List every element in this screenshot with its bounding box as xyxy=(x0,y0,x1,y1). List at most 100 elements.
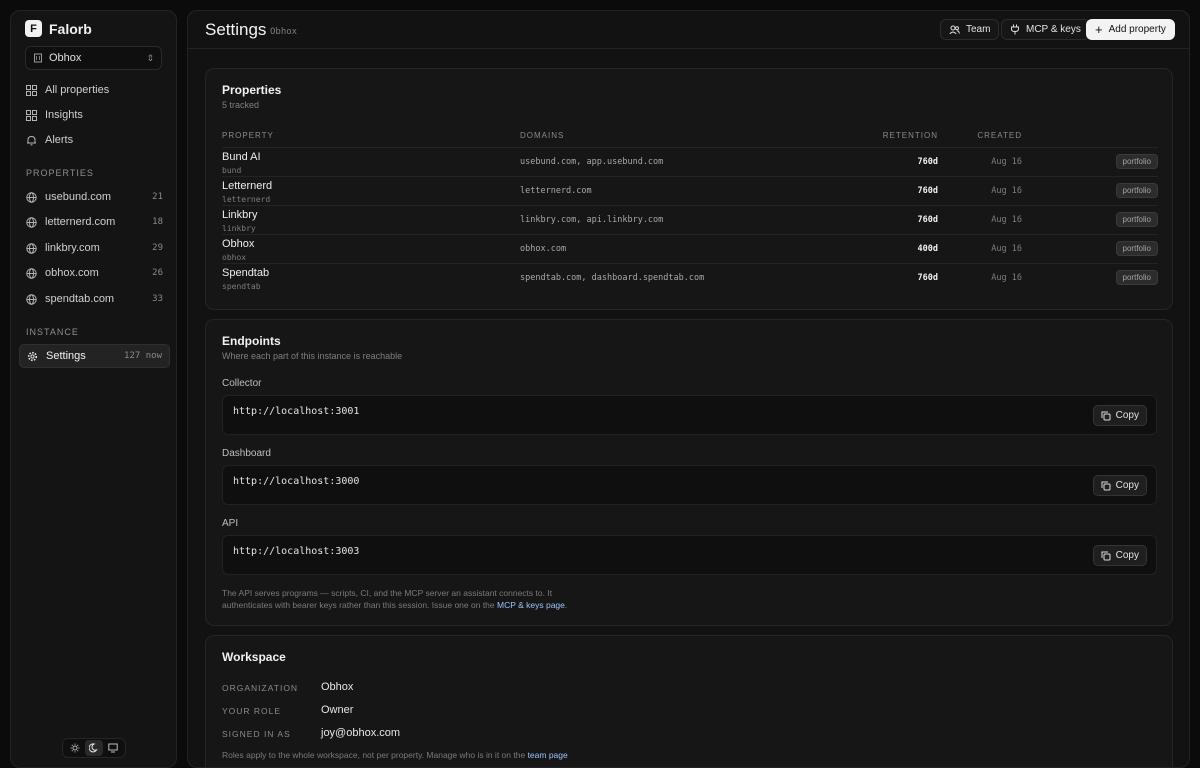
property-created: Aug 16 xyxy=(991,157,1022,167)
page-subtitle: Obhox xyxy=(270,27,298,37)
sidebar-item-spendtab[interactable]: spendtab.com 33 xyxy=(19,288,170,310)
team-button[interactable]: Team xyxy=(940,19,1000,40)
brand-name: Falorb xyxy=(49,20,92,37)
copy-icon xyxy=(1101,481,1111,490)
column-header-domains: DOMAINS xyxy=(520,131,565,140)
chevron-updown-icon: ⇕ xyxy=(146,52,154,63)
nav-label: Alerts xyxy=(45,134,74,146)
nav-label: Insights xyxy=(45,109,83,121)
mcp-keys-button-label: MCP & keys xyxy=(1026,24,1081,35)
sidebar-item-count: 33 xyxy=(152,294,163,304)
property-name: Obhox xyxy=(222,238,255,250)
topbar: Settings Obhox Team MCP & keys + Add pro… xyxy=(188,11,1189,49)
sidebar-item-linkbry[interactable]: linkbry.com 29 xyxy=(19,237,170,259)
team-button-label: Team xyxy=(966,24,991,35)
property-retention: 400d xyxy=(917,244,938,254)
copy-button-label: Copy xyxy=(1115,550,1139,561)
role-label: YOUR ROLE xyxy=(222,706,282,716)
globe-icon xyxy=(26,242,37,254)
endpoints-note-text: authenticates with bearer keys rather th… xyxy=(222,600,495,610)
table-row[interactable]: Spendtab spendtab spendtab.com, dashboar… xyxy=(222,263,1158,292)
sidebar-item-label: obhox.com xyxy=(45,267,99,279)
add-property-button-label: Add property xyxy=(1108,24,1166,35)
properties-card: Properties 5 tracked PROPERTY DOMAINS RE… xyxy=(205,68,1173,310)
instance-heading: INSTANCE xyxy=(26,327,79,337)
workspace-selector[interactable]: Obhox ⇕ xyxy=(25,46,162,70)
globe-icon xyxy=(26,267,37,279)
property-retention: 760d xyxy=(917,157,938,167)
column-header-property: PROPERTY xyxy=(222,131,274,140)
bell-icon xyxy=(27,135,36,145)
workspace-selector-value: Obhox xyxy=(49,52,82,64)
workspace-note: Roles apply to the whole workspace, not … xyxy=(222,749,568,761)
copy-button[interactable]: Copy xyxy=(1092,545,1147,566)
property-created: Aug 16 xyxy=(991,244,1022,254)
table-row[interactable]: Linkbry linkbry linkbry.com, api.linkbry… xyxy=(222,205,1158,234)
endpoint-dashboard: http://localhost:3000 Copy xyxy=(222,465,1157,505)
brand-logo: F xyxy=(25,20,42,37)
sidebar-item-count: 26 xyxy=(152,268,163,278)
main-panel: Settings Obhox Team MCP & keys + Add pro… xyxy=(187,10,1190,768)
nav-all-properties[interactable]: All properties xyxy=(19,79,170,101)
mcp-keys-link[interactable]: MCP & keys page xyxy=(497,600,565,610)
role-value: Owner xyxy=(321,704,354,716)
sidebar-item-label: Settings xyxy=(46,350,86,362)
endpoint-url[interactable]: http://localhost:3001 xyxy=(233,406,359,417)
property-created: Aug 16 xyxy=(991,186,1022,196)
nav-label: All properties xyxy=(45,84,110,96)
gear-icon xyxy=(27,351,38,361)
properties-title: Properties xyxy=(222,83,282,97)
sidebar-item-label: usebund.com xyxy=(45,191,112,203)
plus-icon: + xyxy=(1095,22,1103,37)
property-retention: 760d xyxy=(917,186,938,196)
sidebar-item-usebund[interactable]: usebund.com 21 xyxy=(19,186,170,208)
endpoint-collector: http://localhost:3001 Copy xyxy=(222,395,1157,435)
properties-subtitle: 5 tracked xyxy=(222,100,260,110)
workspace-title: Workspace xyxy=(222,650,286,664)
endpoint-url[interactable]: http://localhost:3000 xyxy=(233,476,359,487)
theme-dark-button[interactable] xyxy=(84,740,103,756)
signed-in-value: joy@obhox.com xyxy=(321,727,401,739)
endpoints-card: Endpoints Where each part of this instan… xyxy=(205,319,1173,626)
theme-switcher xyxy=(62,738,126,758)
brand[interactable]: F Falorb xyxy=(25,20,92,37)
copy-button[interactable]: Copy xyxy=(1092,475,1147,496)
theme-system-button[interactable] xyxy=(104,740,122,756)
globe-icon xyxy=(26,191,37,203)
sidebar-item-label: linkbry.com xyxy=(45,242,100,254)
globe-icon xyxy=(26,293,37,305)
copy-button-label: Copy xyxy=(1115,480,1139,491)
endpoint-url[interactable]: http://localhost:3003 xyxy=(233,546,359,557)
sidebar-item-letternerd[interactable]: letternerd.com 18 xyxy=(19,211,170,233)
property-domains: obhox.com xyxy=(520,244,567,254)
property-name: Linkbry xyxy=(222,209,258,221)
workspace-card: Workspace ORGANIZATION Obhox YOUR ROLE O… xyxy=(205,635,1173,767)
endpoint-label-api: API xyxy=(222,518,239,529)
nav-alerts[interactable]: Alerts xyxy=(19,129,170,151)
settings-count: 127 xyxy=(124,351,141,361)
add-property-button[interactable]: + Add property xyxy=(1086,19,1175,40)
table-row[interactable]: Bund AI bund usebund.com, app.usebund.co… xyxy=(222,147,1158,176)
sidebar-item-settings[interactable]: Settings 127 now xyxy=(19,344,170,368)
property-tag-badge: portfolio xyxy=(1115,241,1158,256)
property-slug: spendtab xyxy=(222,282,261,291)
property-slug: linkbry xyxy=(222,224,256,233)
copy-button[interactable]: Copy xyxy=(1092,405,1147,426)
nav-insights[interactable]: Insights xyxy=(19,104,170,126)
property-domains: spendtab.com, dashboard.spendtab.com xyxy=(520,273,705,283)
organization-value: Obhox xyxy=(321,681,354,693)
property-domains: linkbry.com, api.linkbry.com xyxy=(520,215,664,225)
sidebar-item-count: 29 xyxy=(152,243,163,253)
mcp-keys-button[interactable]: MCP & keys xyxy=(1001,19,1090,40)
endpoints-note: The API serves programs — scripts, CI, a… xyxy=(222,587,567,611)
team-page-link[interactable]: team page xyxy=(528,750,568,760)
page-title: Settings xyxy=(205,20,267,39)
table-row[interactable]: Obhox obhox obhox.com 400d Aug 16 portfo… xyxy=(222,234,1158,263)
theme-light-button[interactable] xyxy=(66,740,84,756)
property-name: Letternerd xyxy=(222,180,273,192)
property-slug: bund xyxy=(222,166,242,175)
users-icon xyxy=(949,25,960,34)
property-created: Aug 16 xyxy=(991,215,1022,225)
sidebar-item-obhox[interactable]: obhox.com 26 xyxy=(19,262,170,284)
table-row[interactable]: Letternerd letternerd letternerd.com 760… xyxy=(222,176,1158,205)
